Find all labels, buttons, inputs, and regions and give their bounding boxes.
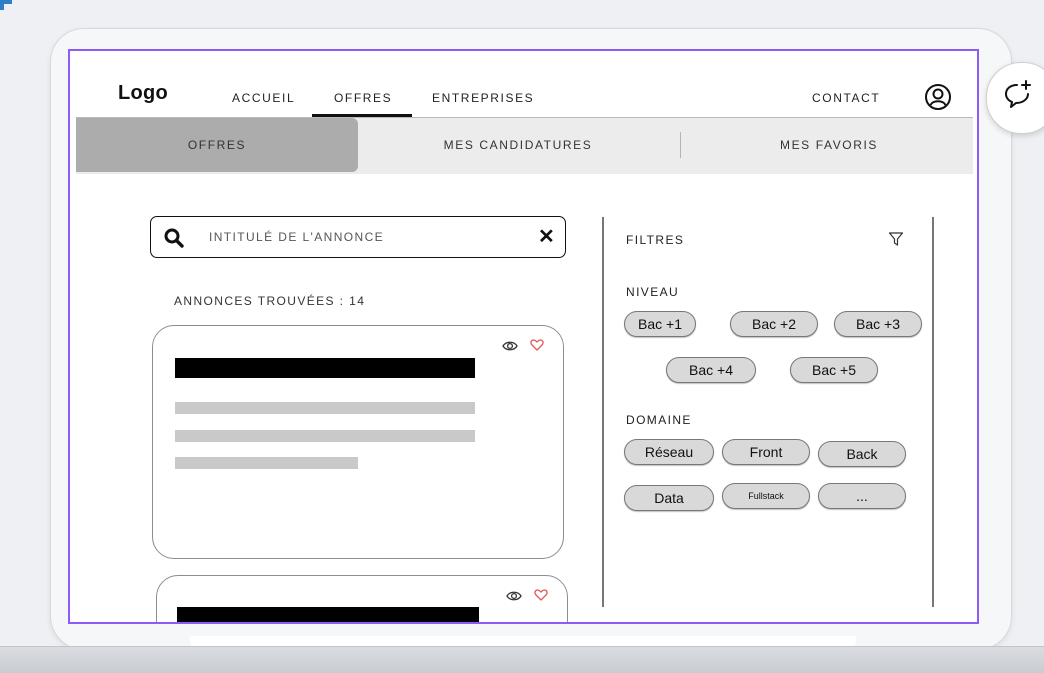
filters-divider-right (932, 217, 934, 607)
eye-icon[interactable] (506, 590, 522, 602)
chip-front[interactable]: Front (722, 439, 810, 465)
filters-divider-left (602, 217, 604, 607)
domaine-label: DOMAINE (626, 413, 692, 427)
selection-frame: Logo ACCUEIL OFFRES ENTREPRISES CONTACT … (68, 49, 979, 624)
search-icon (164, 228, 184, 248)
eye-icon[interactable] (502, 340, 518, 352)
search-input[interactable] (209, 227, 509, 247)
comment-add-icon (1005, 80, 1031, 108)
card-text-placeholder (175, 402, 475, 414)
chip-bac-2[interactable]: Bac +2 (730, 311, 818, 337)
heart-icon[interactable] (534, 588, 548, 602)
chip-bac-4[interactable]: Bac +4 (666, 357, 756, 383)
account-icon[interactable] (924, 83, 952, 111)
chip-bac-1[interactable]: Bac +1 (624, 311, 696, 337)
card-title-placeholder (175, 358, 475, 378)
tab-mes-favoris[interactable]: MES FAVORIS (684, 118, 974, 172)
card-text-placeholder (175, 457, 358, 469)
sub-tabs: OFFRES MES CANDIDATURES MES FAVORIS (76, 118, 973, 174)
nav-offres[interactable]: OFFRES (334, 91, 392, 105)
logo[interactable]: Logo (118, 82, 168, 105)
filter-icon[interactable] (888, 231, 904, 247)
tab-divider (680, 132, 681, 158)
niveau-label: NIVEAU (626, 285, 680, 299)
nav-active-indicator (312, 114, 412, 117)
chip-data[interactable]: Data (624, 485, 714, 511)
nav-entreprises[interactable]: ENTREPRISES (432, 91, 534, 105)
tab-offres[interactable]: OFFRES (76, 118, 358, 172)
nav-accueil[interactable]: ACCUEIL (232, 91, 295, 105)
offer-card[interactable] (156, 575, 568, 622)
nav-contact[interactable]: CONTACT (812, 91, 880, 105)
results-count: ANNONCES TROUVÉES : 14 (174, 294, 366, 308)
heart-icon[interactable] (530, 338, 544, 352)
chip-more[interactable]: ... (818, 483, 906, 509)
app-screen: Logo ACCUEIL OFFRES ENTREPRISES CONTACT … (76, 57, 973, 622)
clear-icon[interactable]: ✕ (538, 226, 555, 248)
top-nav: Logo ACCUEIL OFFRES ENTREPRISES CONTACT (76, 57, 973, 118)
chip-bac-3[interactable]: Bac +3 (834, 311, 922, 337)
card-text-placeholder (175, 430, 475, 442)
offer-card[interactable] (152, 325, 564, 559)
filters-title: FILTRES (626, 233, 685, 247)
tab-mes-candidatures[interactable]: MES CANDIDATURES (358, 118, 678, 172)
chip-reseau[interactable]: Réseau (624, 439, 714, 465)
corner-mark (0, 0, 12, 10)
chip-bac-5[interactable]: Bac +5 (790, 357, 878, 383)
chip-fullstack[interactable]: Fullstack (722, 483, 810, 509)
card-title-placeholder (177, 607, 479, 622)
search-box[interactable]: ✕ (150, 216, 566, 258)
laptop-base (0, 646, 1044, 673)
chip-back[interactable]: Back (818, 441, 906, 467)
laptop-notch (190, 636, 856, 646)
